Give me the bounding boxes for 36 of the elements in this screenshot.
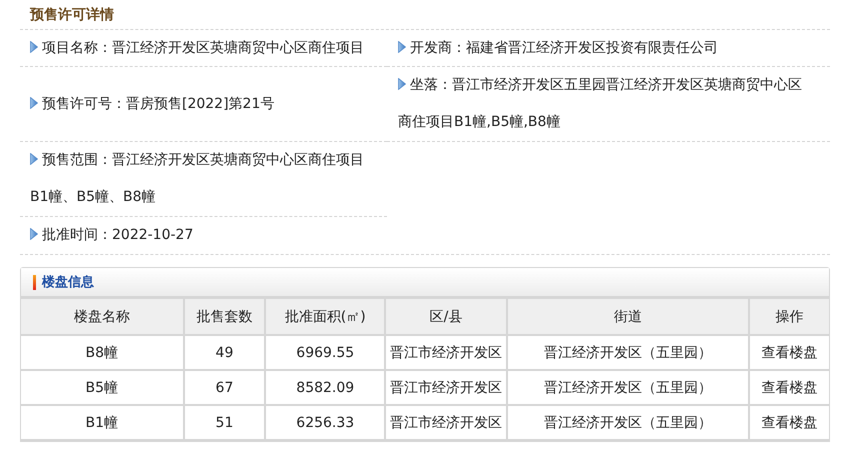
column-header: 批准面积(㎡)	[265, 298, 386, 335]
column-header: 街道	[506, 298, 750, 335]
detail-text: 项目名称：晋江经济开发区英塘商贸中心区商住项目	[30, 30, 364, 66]
column-header: 操作	[749, 298, 829, 335]
detail-text: 坐落：晋江市经济开发区五里园晋江经济开发区英塘商贸中心区商住项目B1幢,B5幢,B8幢	[398, 76, 803, 132]
triangle-icon	[30, 96, 38, 108]
table-cell: B8幢	[21, 335, 184, 370]
triangle-icon	[398, 40, 406, 52]
table-cell: 6969.55	[265, 335, 386, 370]
column-header: 楼盘名称	[21, 298, 184, 335]
column-header: 区/县	[385, 298, 507, 335]
detail-text: 预售范围：晋江经济开发区英塘商贸中心区商住项目B1幢、B5幢、B8幢	[30, 151, 365, 207]
table-cell: 晋江市经济开发区	[385, 405, 507, 440]
table-cell: B1幢	[21, 405, 184, 440]
triangle-icon	[398, 78, 406, 90]
column-header: 批售套数	[184, 298, 266, 335]
accent-bar-icon	[33, 274, 36, 290]
detail-text: 预售许可号：晋房预售[2022]第21号	[30, 86, 274, 122]
table-cell: 49	[184, 335, 266, 370]
section-title: 预售许可详情	[28, 6, 115, 25]
table-cell: 6256.33	[265, 405, 386, 440]
detail-text: 开发商：福建省晋江经济开发区投资有限责任公司	[398, 30, 718, 66]
triangle-icon	[30, 228, 38, 240]
table-cell: 晋江经济开发区（五里园）	[506, 405, 750, 440]
detail-text: 批准时间：2022-10-27	[30, 217, 194, 254]
table-cell: 晋江经济开发区（五里园）	[506, 370, 750, 405]
table-cell: B5幢	[21, 370, 184, 405]
table-cell: 晋江市经济开发区	[385, 370, 507, 405]
table-cell: 晋江市经济开发区	[385, 335, 507, 370]
table-cell: 51	[184, 405, 266, 440]
table-cell: 67	[184, 370, 266, 405]
table-cell: 晋江经济开发区（五里园）	[506, 335, 750, 370]
panel-title: 楼盘信息	[42, 274, 94, 291]
triangle-icon	[30, 40, 38, 52]
triangle-icon	[30, 153, 38, 165]
table-cell: 8582.09	[265, 370, 386, 405]
